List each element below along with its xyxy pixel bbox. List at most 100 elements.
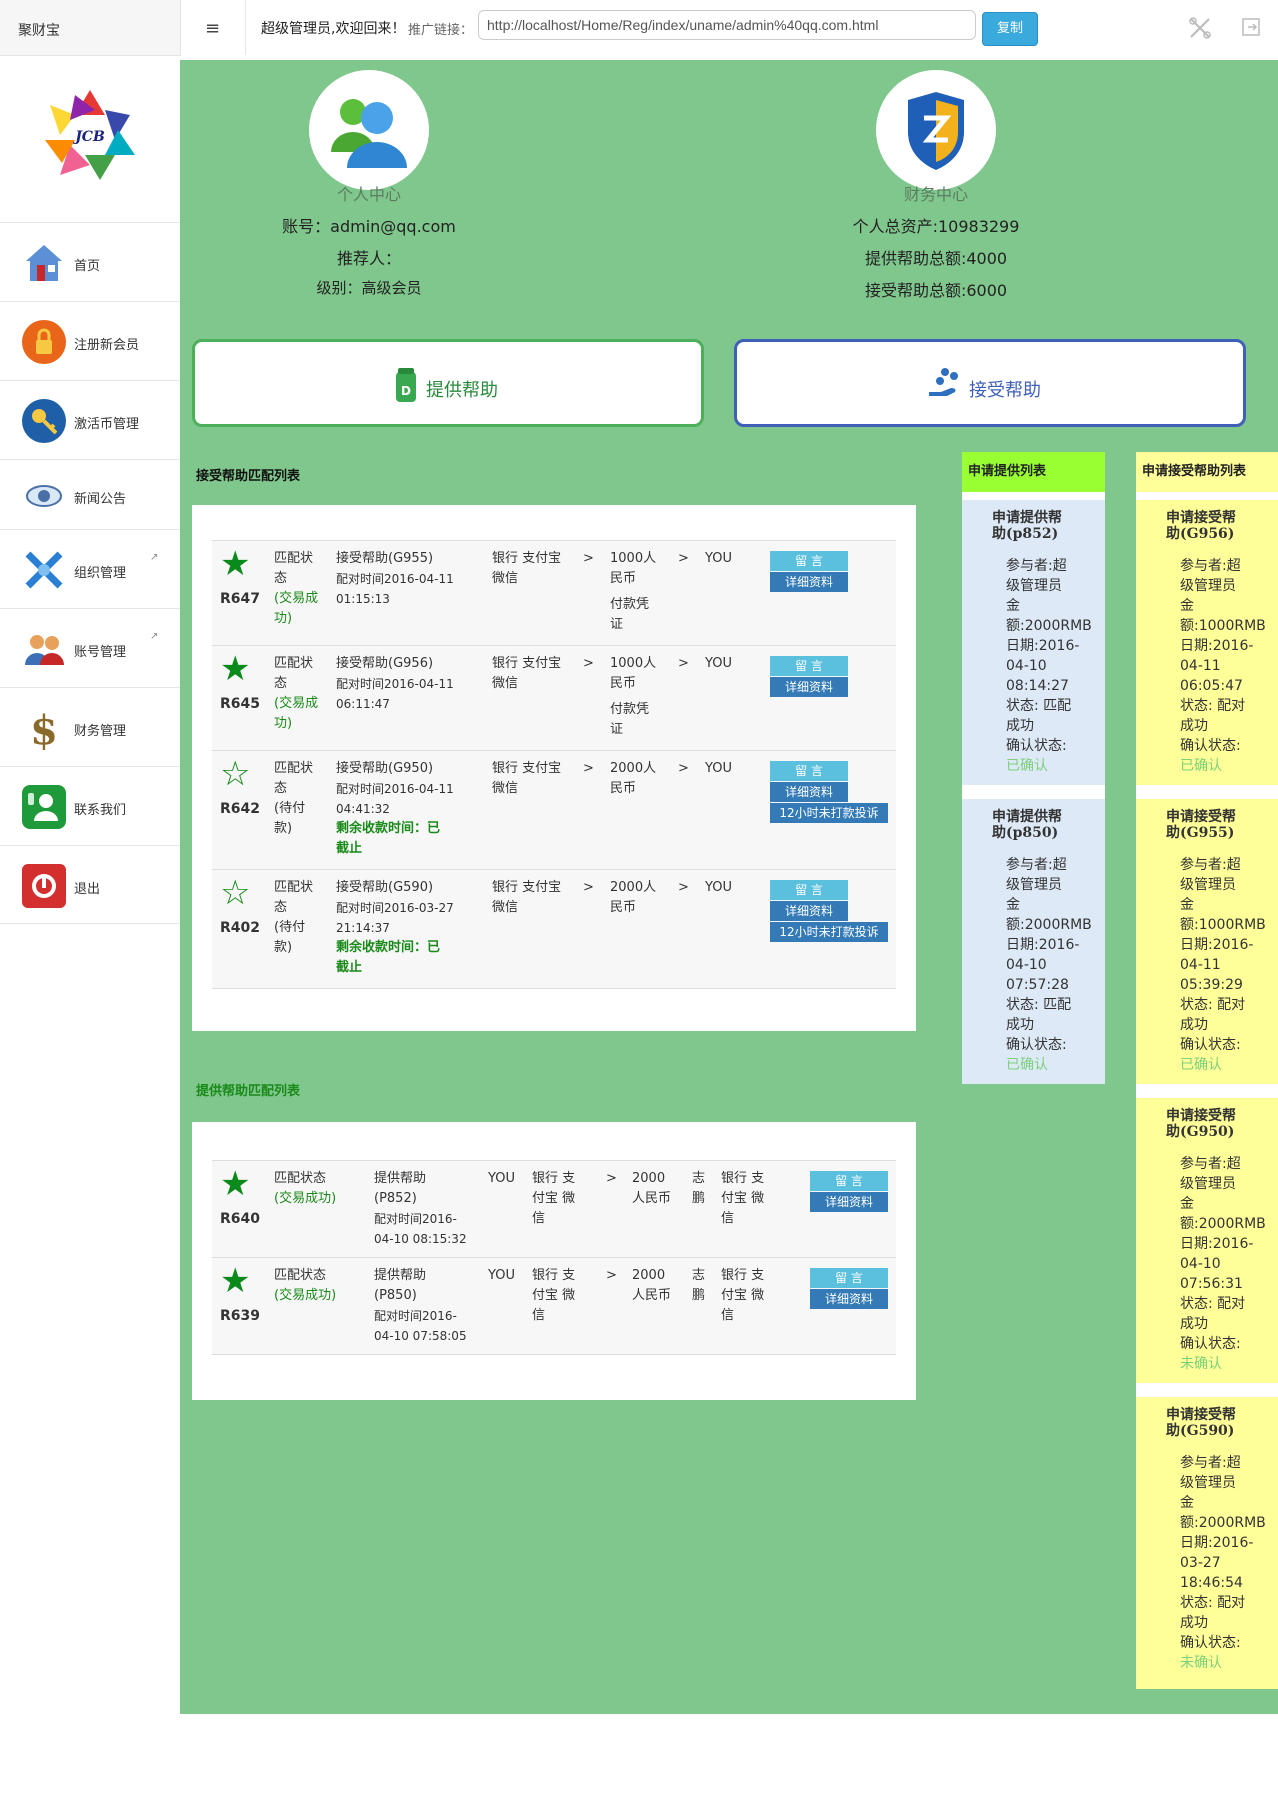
promo-url-input[interactable]: http://localhost/Home/Reg/index/uname/ad… — [478, 10, 976, 40]
detail-button[interactable]: 详细资料 — [770, 782, 848, 802]
promo-label: 推广链接： — [408, 23, 474, 38]
confirm-status: 未确认 — [1180, 1655, 1222, 1671]
message-button[interactable]: 留 言 — [770, 656, 848, 676]
payment-methods: 银行 支付宝 微信 — [492, 656, 562, 691]
welcome-text: 超级管理员,欢迎回来！ — [261, 21, 406, 37]
eye-icon — [22, 474, 66, 518]
finance-center-title: 财务中心 — [903, 185, 968, 204]
payment-proof-link[interactable]: 付款凭证 — [610, 595, 649, 635]
brand[interactable]: 聚财宝 — [0, 0, 181, 56]
complain-button[interactable]: 12小时未打款投诉 — [770, 803, 888, 823]
match-status: 匹配状态 (交易成功) — [274, 1171, 337, 1206]
detail-button[interactable]: 详细资料 — [810, 1192, 888, 1212]
table-row: ★ R639 匹配状态 (交易成功) 提供帮助 (P850) 配对时间2016- 04… — [212, 1258, 896, 1355]
detail-button[interactable]: 详细资料 — [810, 1289, 888, 1309]
menu-toggle-icon[interactable]: ≡ — [180, 0, 246, 55]
recipient: 志鹏 — [692, 1268, 706, 1303]
star-outline-icon: ☆ — [220, 754, 251, 794]
sidebar-item-label: 注册新会员 — [74, 338, 140, 353]
detail-button[interactable]: 详细资料 — [770, 572, 848, 592]
sidebar-item-home[interactable]: 首页 — [0, 222, 180, 301]
payment-methods: 银行 支付宝 微信 — [532, 1268, 576, 1323]
receive-total-text: 接受帮助总额:6000 — [864, 281, 1008, 300]
svg-text:JCB: JCB — [72, 129, 105, 145]
sidebar-item-logout[interactable]: 退出 — [0, 845, 180, 924]
key-icon — [22, 399, 66, 443]
network-icon — [22, 548, 66, 592]
help-type: 提供帮助 (P850) 配对时间2016- 04-10 07:58:05 — [374, 1268, 467, 1343]
provide-total-text: 提供帮助总额:4000 — [864, 249, 1008, 268]
users-icon — [22, 627, 66, 671]
sidebar-item-account[interactable]: 账号管理 ↗ — [0, 608, 180, 687]
apply-receive-card: 申请接受帮 助(G950) 参与者:超 级管理员金额:2000RMB 日期:2016-… — [1136, 1098, 1278, 1383]
match-id: R647 — [220, 591, 261, 607]
message-button[interactable]: 留 言 — [770, 761, 848, 781]
help-type: 提供帮助 (P852) 配对时间2016- 04-10 08:15:32 — [374, 1171, 467, 1246]
table-row: ☆ R642 匹配状态 (待付 款) 接受帮助(G950) 配对时间2016-04… — [212, 751, 896, 870]
provide-list-panel: ★ R640 匹配状态 (交易成功) 提供帮助 (P852) 配对时间2016- 04… — [192, 1122, 916, 1400]
sidebar-item-news[interactable]: 新闻公告 — [0, 459, 180, 529]
provide-help-label: 提供帮助 — [426, 380, 498, 401]
help-type: 接受帮助(G955) 配对时间2016-04-11 01:15:13 — [336, 551, 454, 606]
detail-button[interactable]: 详细资料 — [770, 901, 848, 921]
sidebar-item-label: 财务管理 — [74, 724, 127, 739]
message-button[interactable]: 留 言 — [770, 880, 848, 900]
sidebar-item-activation[interactable]: 激活币管理 — [0, 380, 180, 459]
referrer-text: 推荐人： — [336, 249, 401, 268]
amount: 1000人 民币 — [610, 656, 657, 691]
payment-methods: 银行 支付宝 微信 — [492, 551, 562, 586]
money-jar-icon: D — [393, 366, 419, 408]
sidebar-item-organization[interactable]: 组织管理 ↗ — [0, 529, 180, 608]
apply-provide-card: 申请提供帮 助(p852) 参与者:超 级管理员金额:2000RMB 日期:2016-… — [962, 500, 1105, 785]
home-icon — [22, 241, 66, 285]
sidebar-item-finance[interactable]: $ 财务管理 — [0, 687, 180, 766]
sidebar-item-label: 激活币管理 — [74, 417, 140, 432]
sidebar-item-contact[interactable]: 联系我们 — [0, 766, 180, 845]
logo: JCB — [40, 85, 140, 185]
receive-help-button[interactable]: 接受帮助 — [734, 339, 1246, 427]
apply-receive-card: 申请接受帮 助(G955) 参与者:超 级管理员金额:1000RMB 日期:2016-… — [1136, 799, 1278, 1084]
expand-arrow-icon[interactable]: ↗ — [150, 631, 158, 642]
target: YOU — [705, 761, 732, 776]
finance-center-avatar[interactable] — [876, 70, 996, 190]
copy-button[interactable]: 复制 — [982, 12, 1038, 46]
message-button[interactable]: 留 言 — [770, 551, 848, 571]
sidebar-item-register[interactable]: 注册新会员 — [0, 301, 180, 380]
help-type: 接受帮助(G590) 配对时间2016-03-27 21:14:37 剩余收款时… — [336, 880, 454, 975]
receive-list-panel: ★ R647 匹配状态 (交易成 功) 接受帮助(G955) 配对时间2016-0… — [192, 505, 916, 1031]
help-type: 接受帮助(G956) 配对时间2016-04-11 06:11:47 — [336, 656, 454, 711]
match-id: R639 — [220, 1308, 261, 1324]
message-button[interactable]: 留 言 — [810, 1268, 888, 1288]
complain-button[interactable]: 12小时未打款投诉 — [770, 922, 888, 942]
table-row: ★ R640 匹配状态 (交易成功) 提供帮助 (P852) 配对时间2016- 04… — [212, 1161, 896, 1258]
provide-help-button[interactable]: D 提供帮助 — [192, 339, 704, 427]
top-bar: 聚财宝 ≡ 超级管理员,欢迎回来！ 推广链接： http://localhost… — [0, 0, 1278, 61]
dollar-icon: $ — [22, 706, 66, 754]
lock-icon — [22, 320, 66, 364]
arrow: > — [678, 761, 689, 776]
sidebar: JCB 首页 注册新会员 激活币管理 新闻公告 组织管理 ↗ 账号管理 ↗ $ … — [0, 60, 181, 935]
expand-arrow-icon[interactable]: ↗ — [150, 552, 158, 563]
contact-icon — [22, 785, 66, 829]
message-button[interactable]: 留 言 — [810, 1171, 888, 1191]
table-row: ★ R647 匹配状态 (交易成 功) 接受帮助(G955) 配对时间2016-0… — [212, 541, 896, 646]
apply-receive-header: 申请接受帮助列表 — [1136, 452, 1278, 492]
tools-icon[interactable] — [1188, 16, 1212, 45]
arrow: > — [606, 1171, 617, 1186]
logout-icon[interactable] — [1240, 16, 1262, 43]
brand-name: 聚财宝 — [18, 23, 60, 39]
personal-center-title: 个人中心 — [336, 185, 401, 204]
payment-methods: 银行 支付宝 微信 — [532, 1171, 576, 1226]
confirm-status: 未确认 — [1180, 1356, 1222, 1372]
svg-text:$: $ — [30, 707, 58, 750]
payment-proof-link[interactable]: 付款凭证 — [610, 700, 649, 740]
match-id: R645 — [220, 696, 261, 712]
target: YOU — [705, 551, 732, 566]
apply-provide-card: 申请提供帮 助(p850) 参与者:超 级管理员金额:2000RMB 日期:2016-… — [962, 799, 1105, 1084]
amount: 2000人民币 — [610, 761, 657, 796]
detail-button[interactable]: 详细资料 — [770, 677, 848, 697]
match-id: R640 — [220, 1211, 261, 1227]
match-id: R642 — [220, 801, 261, 817]
personal-center-avatar[interactable] — [309, 70, 429, 190]
target: YOU — [705, 880, 732, 895]
